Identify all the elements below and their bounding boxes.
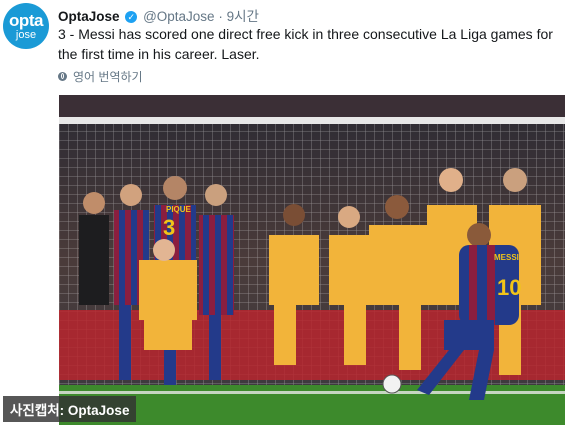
goal-crossbar <box>59 117 565 124</box>
barca-jersey-number: 3 <box>163 215 175 240</box>
author-name[interactable]: OptaJose <box>58 9 120 24</box>
globe-icon <box>58 72 67 81</box>
tweet-text: 3 - Messi has scored one direct free kic… <box>58 26 553 62</box>
avatar-logo-jose: jose <box>15 28 37 41</box>
photo-scene: 3 PIQUE 10 MESSI <box>59 95 565 425</box>
messi-jersey-number: 10 <box>497 275 521 300</box>
translate-label: 영어 번역하기 <box>73 70 143 84</box>
football <box>382 374 402 394</box>
avatar[interactable]: opta jose <box>3 3 49 49</box>
verified-badge-icon: ✓ <box>125 11 138 23</box>
tweet-photo[interactable]: 3 PIQUE 10 MESSI <box>59 95 565 425</box>
pique-name-label: PIQUE <box>166 205 192 214</box>
author-handle[interactable]: @OptaJose <box>143 9 215 24</box>
messi-name-label: MESSI <box>494 253 519 262</box>
translate-link[interactable]: 영어 번역하기 <box>58 68 143 85</box>
photo-caption: 사진캡처: OptaJose <box>3 396 137 422</box>
tweet-timestamp[interactable]: 9시간 <box>227 9 259 24</box>
tweet-header: OptaJose ✓ @OptaJose · 9시간 <box>58 5 259 25</box>
avatar-logo-opta: opta <box>9 10 43 30</box>
separator-dot: · <box>218 9 223 24</box>
